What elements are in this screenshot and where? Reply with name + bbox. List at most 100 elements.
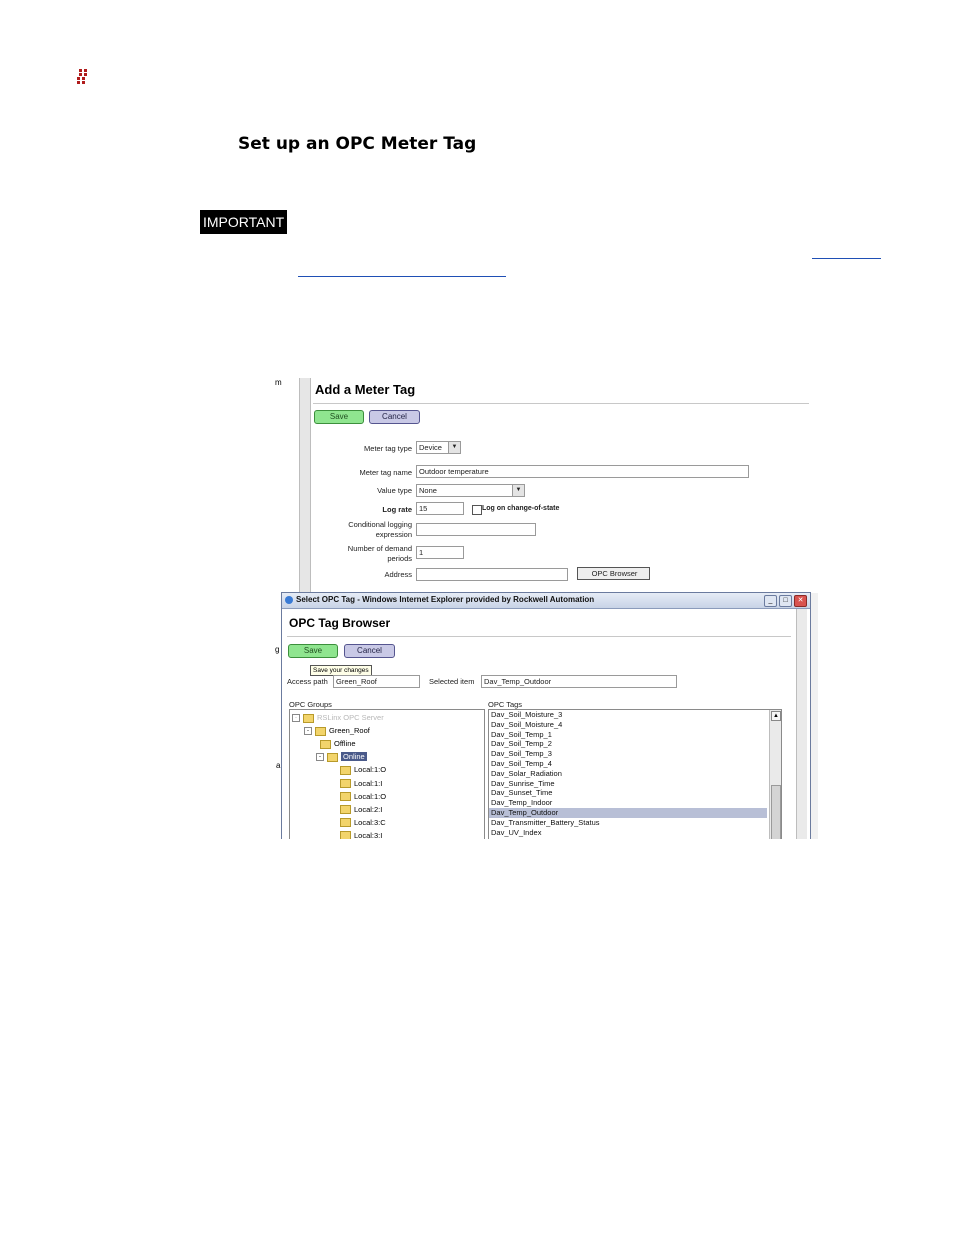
save-button[interactable]: Save [314,410,364,424]
page-heading: Set up an OPC Meter Tag [238,134,477,154]
tree-item-label: Offline [334,739,356,749]
tags-scrollbar[interactable]: ▲ [769,710,781,839]
tree-item-label: Local:3:I [354,830,383,839]
tree-item[interactable]: Local:3:I [340,829,382,839]
tag-type-value: Device [419,443,442,452]
tree-item[interactable]: Offline [320,737,356,750]
minimize-icon[interactable]: _ [764,595,777,607]
demand-periods-input[interactable]: 1 [416,546,464,559]
conditional-expression-input[interactable] [416,523,536,536]
log-change-checkbox[interactable] [472,505,482,515]
panel-fragment: m [275,378,282,387]
tree-item-label: Local:2:I [354,804,383,814]
panel-fragment: a [276,761,281,770]
tree-item-label: Local:1:I [354,778,383,788]
panel-fragment: g [275,645,280,654]
address-input[interactable] [416,568,568,581]
folder-icon [340,779,351,789]
collapse-icon[interactable]: - [316,753,324,762]
dialog-cancel-button[interactable]: Cancel [344,644,395,658]
tree-item[interactable]: - Online [316,750,367,763]
folder-icon [340,765,351,775]
tree-item-label: Local:3:C [354,817,386,827]
divider [313,403,809,404]
divider [287,636,791,637]
link-underline[interactable] [298,276,506,277]
opc-tag-item[interactable]: Dav_Soil_Temp_4 [489,759,767,769]
access-path-input[interactable]: Green_Roof [333,675,420,688]
folder-icon [340,792,351,802]
opc-tag-item[interactable]: Dav_Soil_Moisture_3 [489,710,767,720]
dialog-scrollbar[interactable] [796,609,807,839]
add-meter-tag-panel: Add a Meter Tag Save Cancel Meter tag ty… [311,378,818,593]
opc-tag-item[interactable]: Dav_Sunrise_Time [489,779,767,789]
embedded-screenshot: m g a Add a Meter Tag Save Cancel Meter … [275,378,818,839]
tree-item[interactable]: Local:3:C [340,816,386,829]
value-type-label: Value type [377,486,412,495]
opc-tag-item[interactable]: Dav_Soil_Moisture_4 [489,720,767,730]
opc-groups-tree[interactable]: - RSLinx OPC Server - Green_Roof Offline - Onl… [289,709,485,839]
opc-tags-list[interactable]: Dav_Soil_Moisture_3 Dav_Soil_Moisture_4 Da… [488,709,782,839]
access-path-label: Access path [287,677,328,686]
opc-tag-item[interactable]: Dav_Temp_Indoor [489,798,767,808]
selected-item-input[interactable]: Dav_Temp_Outdoor [481,675,677,688]
tree-item[interactable]: Local:1:I [340,777,382,790]
log-rate-label: Log rate [382,505,412,514]
tag-name-input[interactable]: Outdoor temperature [416,465,749,478]
folder-icon [303,713,314,723]
link-underline[interactable] [812,258,881,259]
opc-tag-item[interactable]: Dav_Soil_Temp_3 [489,749,767,759]
tree-item[interactable]: Local:1:O [340,790,386,803]
collapse-icon[interactable]: - [304,727,312,736]
tree-item[interactable]: Local:2:I [340,803,382,816]
select-opc-tag-dialog: Select OPC Tag - Windows Internet Explor… [281,592,811,839]
opc-tag-item[interactable]: Dav_Temp_Outdoor [489,807,767,818]
tree-item-label: Green_Roof [329,726,370,736]
opc-browser-title: OPC Tag Browser [289,616,391,630]
opc-tag-item[interactable]: Dav_Soil_Temp_2 [489,739,767,749]
scroll-thumb[interactable] [771,785,781,839]
folder-icon [327,752,338,762]
brand-logo-icon [77,69,91,85]
add-tag-title: Add a Meter Tag [315,382,416,397]
value-type-value: None [419,486,437,495]
opc-browser-button[interactable]: OPC Browser [577,567,650,580]
cond-logging-label: Conditional logging [348,520,412,529]
tree-item-label: Local:1:O [354,791,387,801]
folder-icon [320,739,331,749]
collapse-icon[interactable]: - [292,714,300,723]
tree-item-label: Online [341,752,367,762]
log-rate-input[interactable]: 15 [416,502,464,515]
close-icon[interactable]: ✕ [794,595,807,607]
opc-groups-label: OPC Groups [289,700,332,709]
folder-icon [340,818,351,828]
log-change-label: Log on change-of-state [482,505,560,512]
maximize-icon[interactable]: □ [779,595,792,607]
tree-item[interactable]: Local:1:O [340,763,386,776]
opc-tag-item[interactable]: Dav_Soil_Temp_1 [489,730,767,740]
tree-item[interactable]: - RSLinx OPC Server [292,711,384,724]
tree-item-label: RSLinx OPC Server [317,713,384,722]
folder-icon [315,726,326,736]
opc-tag-item[interactable]: Dav_Sunset_Time [489,788,767,798]
important-badge: IMPORTANT [200,210,288,234]
opc-tag-item[interactable]: Dav_UV_Index [489,828,767,838]
chevron-down-icon: ▼ [448,442,460,453]
chevron-down-icon: ▼ [512,485,524,496]
dialog-window-title: Select OPC Tag - Windows Internet Explor… [296,595,595,604]
tag-type-label: Meter tag type [364,444,412,453]
cancel-button[interactable]: Cancel [369,410,420,424]
opc-tag-item[interactable]: Dav_Transmitter_Battery_Status [489,818,767,828]
scroll-up-icon[interactable]: ▲ [771,711,781,721]
selected-item-label: Selected item [429,677,475,686]
dialog-titlebar[interactable]: Select OPC Tag - Windows Internet Explor… [282,593,810,609]
ie-icon [285,596,293,604]
folder-icon [340,831,351,839]
demand-periods-label: Number of demand [347,544,412,553]
opc-tags-label: OPC Tags [488,700,523,709]
opc-tag-item[interactable]: Dav_Solar_Radiation [489,769,767,779]
tag-type-select[interactable]: Device ▼ [416,441,461,454]
dialog-save-button[interactable]: Save [288,644,338,658]
tree-item[interactable]: - Green_Roof [304,724,370,737]
value-type-select[interactable]: None ▼ [416,484,525,497]
